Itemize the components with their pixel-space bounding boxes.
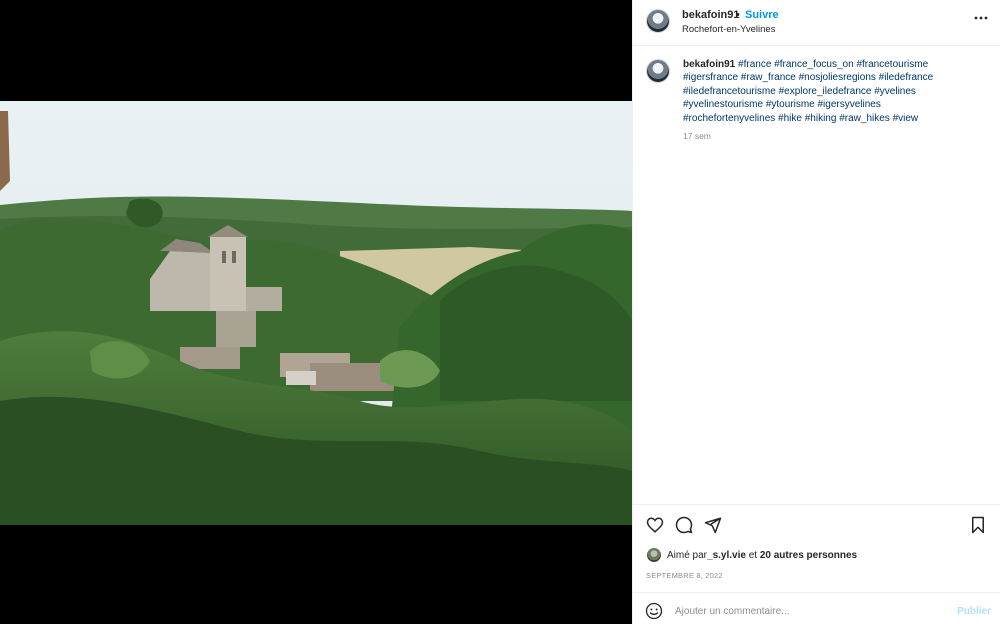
post-caption: bekafoin91 #france #france_focus_on #fra…	[646, 58, 990, 141]
likes-middle: et	[745, 549, 760, 561]
heart-icon[interactable]	[646, 516, 664, 534]
comment-input[interactable]: Ajouter un commentaire...	[675, 606, 790, 617]
likes-summary: Aimé par _s.yl.vie et 20 autres personne…	[647, 547, 857, 563]
publish-button[interactable]: Publier	[957, 606, 991, 617]
post-photo[interactable]	[0, 101, 632, 525]
likes-prefix: Aimé par	[667, 549, 708, 561]
post-media	[0, 0, 632, 624]
post-header: bekafoin91 • Suivre Rochefort-en-Yveline…	[633, 0, 1000, 46]
author-username[interactable]: bekafoin91	[682, 9, 739, 21]
more-horizontal-icon[interactable]	[974, 11, 988, 25]
post-date: SEPTEMBRE 8, 2022	[646, 571, 723, 580]
separator-dot: •	[736, 9, 740, 21]
author-avatar[interactable]	[646, 9, 670, 33]
caption-text: bekafoin91 #france #france_focus_on #fra…	[683, 58, 963, 125]
caption-avatar[interactable]	[646, 59, 670, 83]
landscape-photo	[0, 101, 632, 525]
caption-time: 17 sem	[683, 131, 711, 142]
bookmark-icon[interactable]	[969, 516, 987, 534]
emoji-icon[interactable]	[645, 602, 663, 620]
post-side-panel: bekafoin91 • Suivre Rochefort-en-Yveline…	[632, 0, 1000, 624]
comment-bar: Ajouter un commentaire... Publier	[633, 592, 1000, 624]
post-location[interactable]: Rochefort-en-Yvelines	[682, 24, 775, 35]
share-icon[interactable]	[704, 516, 722, 534]
comment-icon[interactable]	[675, 516, 693, 534]
action-bar	[633, 504, 1000, 544]
liker-avatar[interactable]	[647, 548, 661, 562]
liker-username[interactable]: _s.yl.vie	[707, 550, 746, 561]
likes-others-link[interactable]: 20 autres personnes	[760, 550, 857, 561]
follow-button[interactable]: Suivre	[745, 9, 779, 21]
caption-username[interactable]: bekafoin91	[683, 59, 735, 70]
